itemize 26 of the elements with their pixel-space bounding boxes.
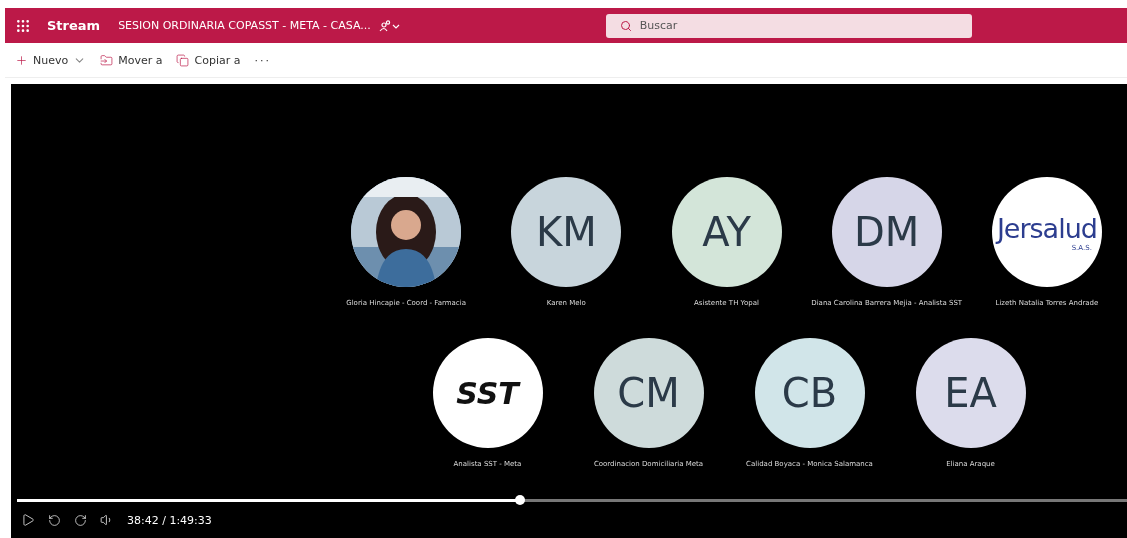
move-button[interactable]: Mover a xyxy=(100,53,163,67)
app-name[interactable]: Stream xyxy=(47,18,101,34)
progress-thumb[interactable] xyxy=(514,495,525,505)
avatar-initials: CB xyxy=(781,370,838,416)
video-title: SESION ORDINARIA COPASST - META - CASA... xyxy=(118,19,371,33)
copy-icon xyxy=(176,53,190,67)
avatar-initials: DM xyxy=(854,209,920,255)
avatar-initials: AY xyxy=(702,209,751,255)
avatar-initials: KM xyxy=(535,209,597,255)
avatar-initials: CM xyxy=(617,370,680,416)
people-icon[interactable] xyxy=(378,19,401,32)
play-button[interactable] xyxy=(21,513,35,527)
search-icon xyxy=(619,19,632,32)
copy-button[interactable]: Copiar a xyxy=(176,53,241,67)
logo-text: Jersalud xyxy=(996,212,1097,244)
rewind-button[interactable] xyxy=(48,513,61,527)
new-button[interactable]: Nuevo xyxy=(15,53,87,67)
search-field[interactable]: Buscar xyxy=(605,13,972,38)
folder-icon xyxy=(100,53,114,67)
playback-time: 38:42 / 1:49:33 xyxy=(127,513,212,527)
plus-icon xyxy=(15,53,28,67)
app-launcher-icon[interactable] xyxy=(15,17,31,34)
logo-text: SST xyxy=(456,375,519,411)
more-button[interactable]: ··· xyxy=(254,53,271,67)
forward-button[interactable] xyxy=(74,513,87,527)
avatar-initials: EA xyxy=(944,370,997,416)
